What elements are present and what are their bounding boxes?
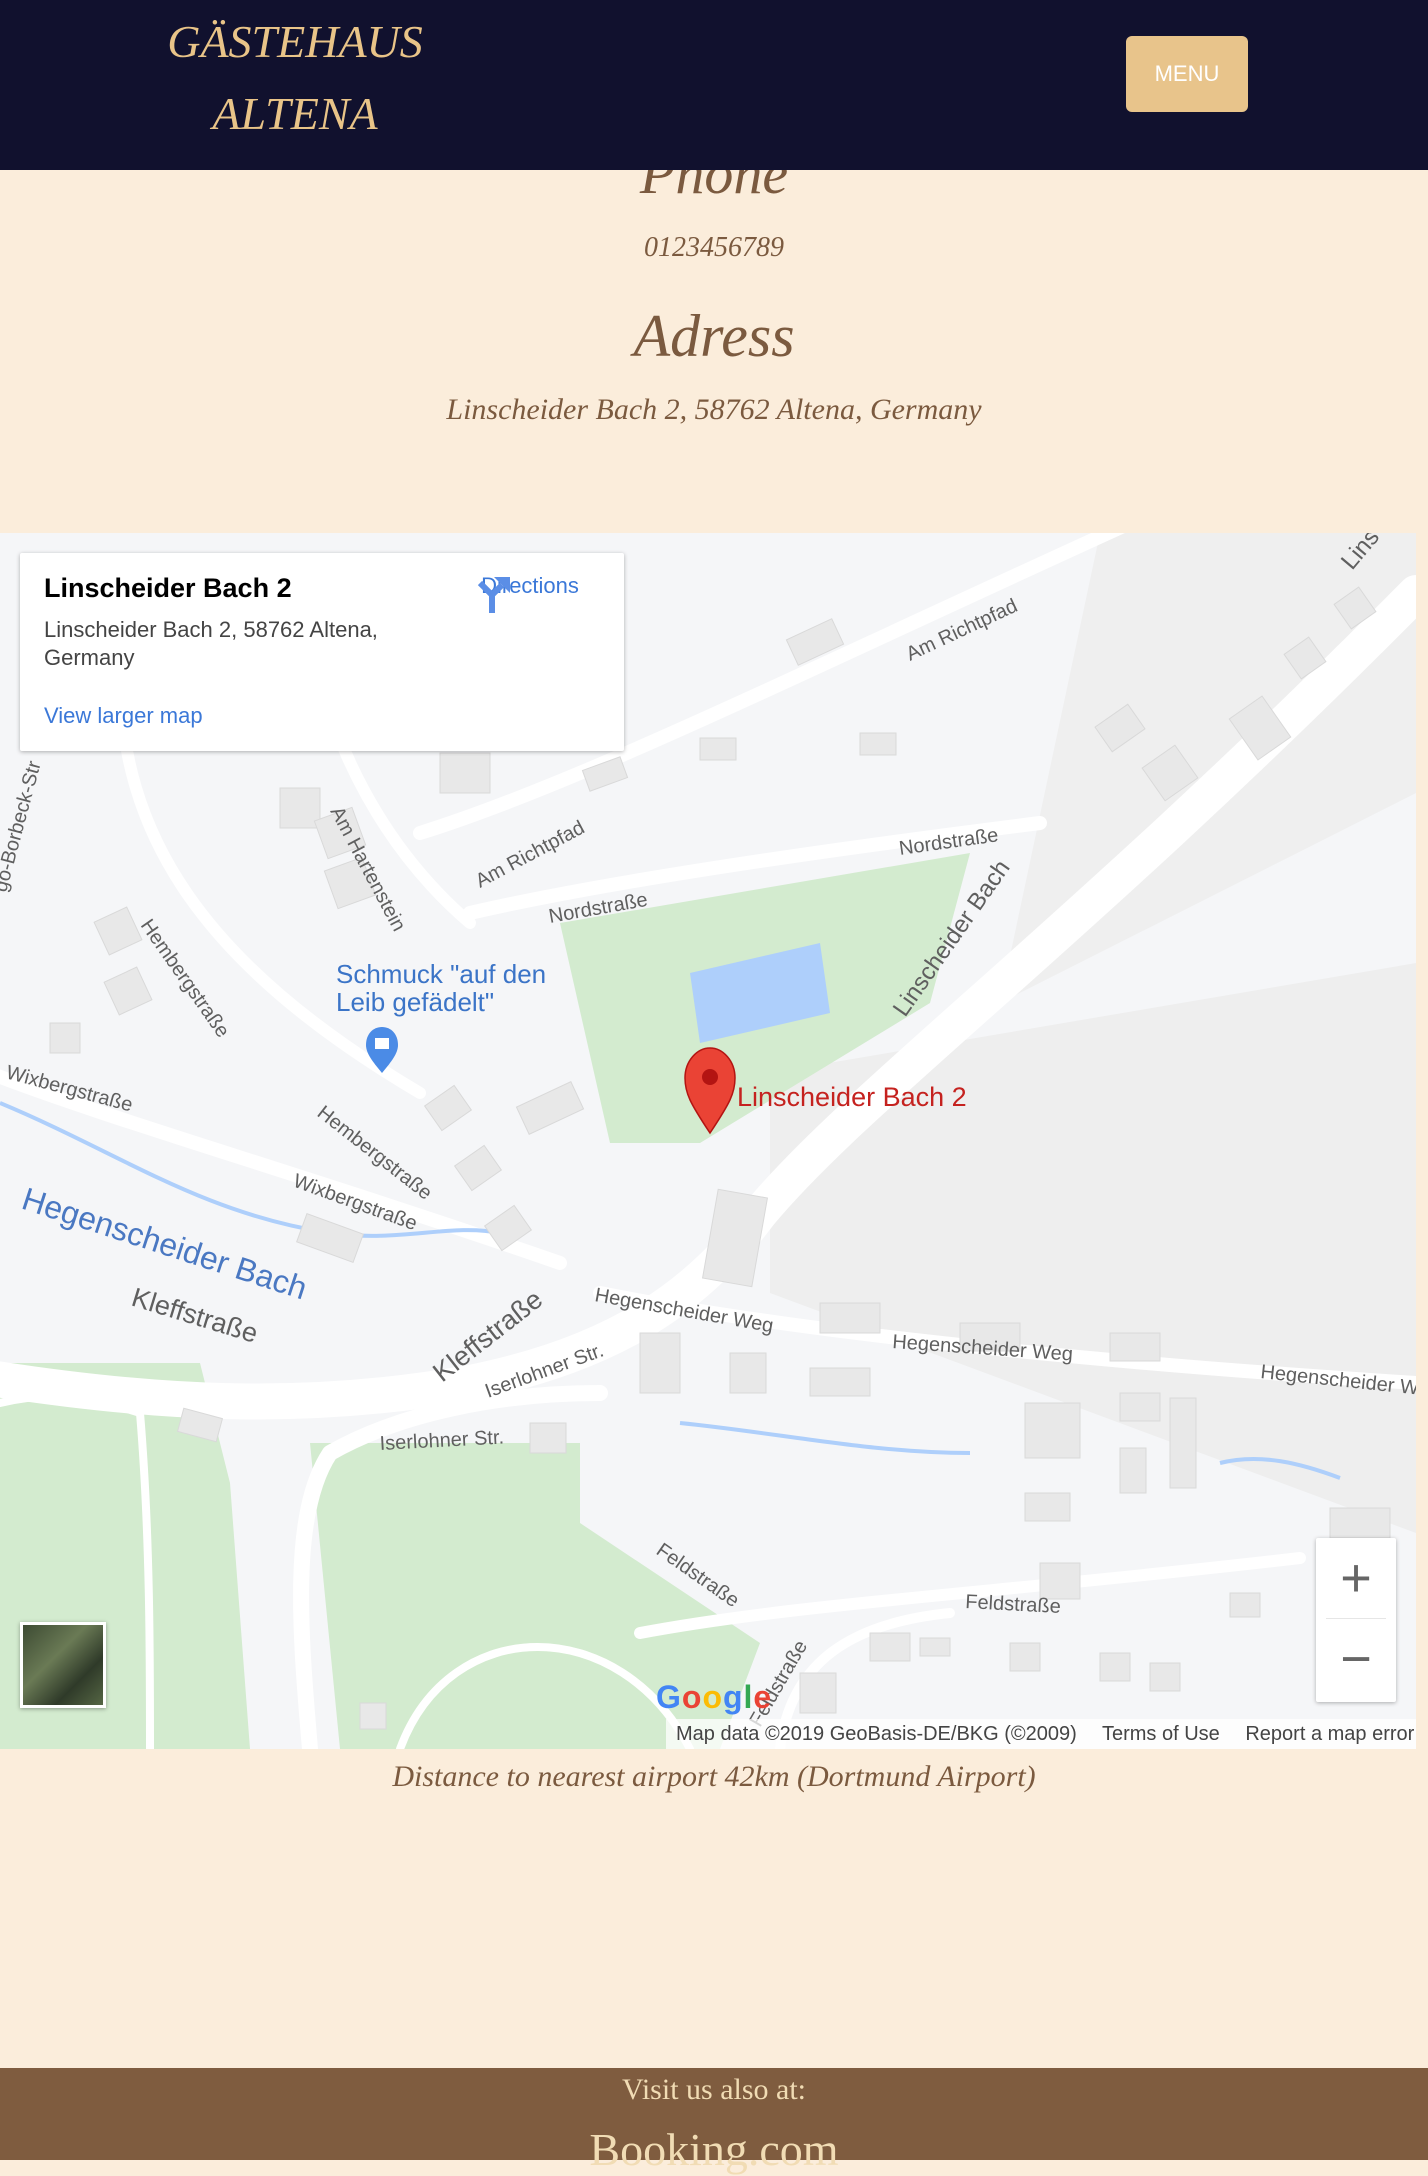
visit-us-label: Visit us also at: — [621, 2073, 807, 2106]
building — [919, 1637, 951, 1657]
building — [1009, 1642, 1041, 1672]
building — [1109, 1332, 1161, 1362]
building — [819, 1302, 881, 1334]
place-card-address: Linscheider Bach 2, 58762 Altena, German… — [44, 617, 378, 670]
building — [1024, 1402, 1081, 1459]
google-logo[interactable]: Google — [656, 1679, 772, 1716]
building — [359, 1702, 387, 1730]
booking-link[interactable]: Booking.com — [0, 2123, 1428, 2176]
building — [423, 1084, 473, 1132]
stream — [679, 1421, 971, 1455]
building — [93, 906, 143, 956]
building — [1169, 1397, 1197, 1489]
building — [729, 1352, 767, 1394]
street-label-am-richtpfad-2: Am Richtpfad — [472, 817, 588, 893]
building — [453, 1144, 503, 1192]
zoom-control: + − — [1316, 1538, 1396, 1702]
building — [1119, 1447, 1147, 1494]
terms-of-use-link[interactable]: Terms of Use — [1102, 1723, 1220, 1745]
site-header: GÄSTEHAUS ALTENA MENU — [0, 0, 1428, 170]
street-label-borbeck-partial: go-Borbeck-Str — [0, 758, 46, 894]
water-label-hegenscheider-bach: Hegenscheider Bach — [18, 1180, 312, 1306]
building — [279, 787, 321, 829]
map-attribution-bar: Map data ©2019 GeoBasis-DE/BKG (©2009) T… — [666, 1719, 1416, 1749]
building — [639, 1332, 681, 1394]
poi-label[interactable]: Schmuck "auf den Leib gefädelt" — [336, 960, 596, 1016]
street-label-feldstrasse-2: Feldstraße — [965, 1591, 1062, 1618]
marker-label[interactable]: Linscheider Bach 2 — [737, 1082, 967, 1113]
directions-button[interactable]: Directions — [470, 573, 590, 613]
building — [1149, 1662, 1181, 1692]
zoom-in-button[interactable]: + — [1316, 1538, 1396, 1618]
building — [49, 1022, 81, 1054]
phone-number: 0123456789 — [644, 232, 784, 263]
address-text: Linscheider Bach 2, 58762 Altena, German… — [446, 393, 982, 426]
satellite-toggle[interactable] — [20, 1622, 106, 1708]
building — [1099, 1652, 1131, 1682]
address-heading: Adress — [633, 303, 795, 369]
brand-logo[interactable]: GÄSTEHAUS ALTENA — [110, 6, 480, 150]
map-data-attribution: Map data ©2019 GeoBasis-DE/BKG (©2009) — [676, 1723, 1077, 1745]
building — [296, 1213, 364, 1263]
brand-line-1: GÄSTEHAUS — [167, 16, 423, 67]
building — [699, 737, 737, 761]
directions-icon — [477, 577, 510, 613]
view-larger-map-link[interactable]: View larger map — [44, 703, 203, 729]
building — [809, 1367, 871, 1397]
building — [799, 1672, 837, 1714]
zoom-out-button[interactable]: − — [1316, 1619, 1396, 1699]
building — [1229, 1592, 1261, 1618]
building — [1039, 1562, 1081, 1600]
menu-button[interactable]: MENU — [1126, 36, 1248, 112]
place-card: Linscheider Bach 2 Linscheider Bach 2, 5… — [20, 553, 624, 751]
embedded-map[interactable]: Am Richtpfad Am Richtpfad Nordstraße Nor… — [0, 533, 1416, 1749]
place-card-title: Linscheider Bach 2 — [44, 573, 292, 603]
building — [515, 1081, 585, 1135]
building — [439, 752, 491, 794]
building — [1329, 1507, 1391, 1539]
building — [701, 1188, 769, 1288]
report-map-error-link[interactable]: Report a map error — [1245, 1723, 1414, 1745]
building — [1119, 1392, 1161, 1422]
building — [103, 966, 153, 1016]
airport-distance-note: Distance to nearest airport 42km (Dortmu… — [392, 1760, 1036, 1793]
building — [859, 732, 897, 756]
building — [529, 1422, 567, 1454]
building — [869, 1632, 911, 1662]
street-label-kleffstrasse: Kleffstraße — [128, 1282, 261, 1349]
building — [1024, 1492, 1071, 1522]
brand-line-2: ALTENA — [212, 88, 378, 139]
